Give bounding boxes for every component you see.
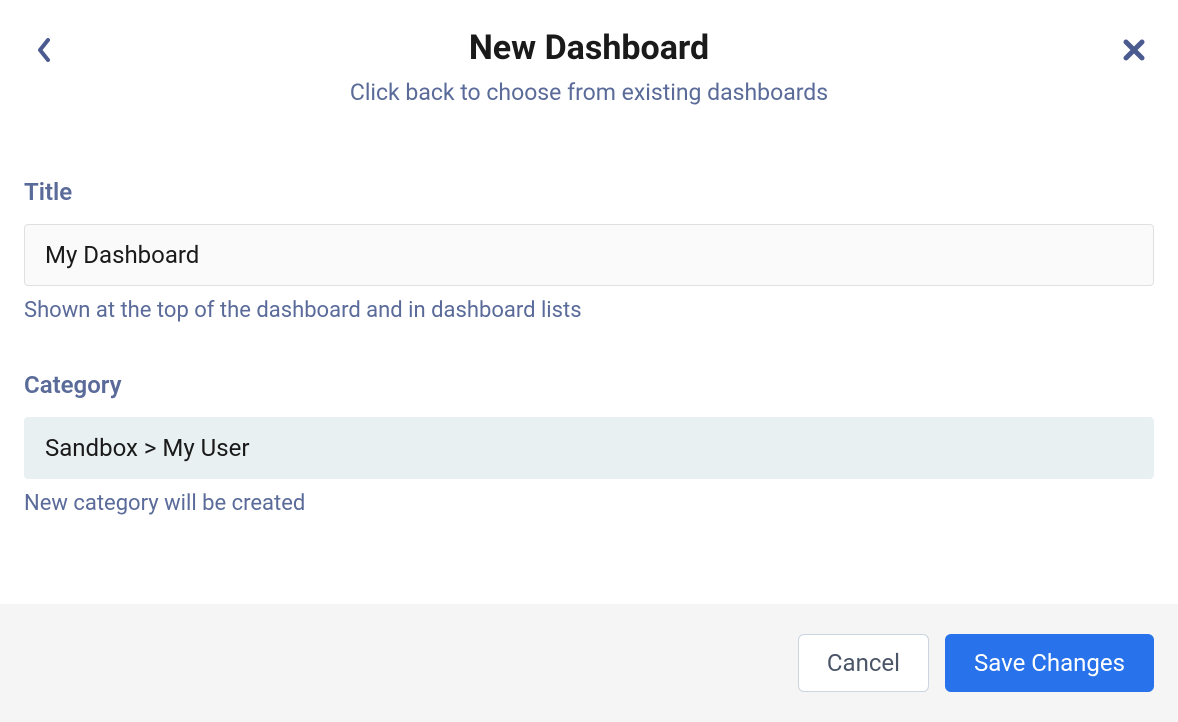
- category-hint: New category will be created: [24, 491, 1154, 516]
- category-select[interactable]: Sandbox > My User: [24, 417, 1154, 479]
- dialog-title: New Dashboard: [24, 28, 1154, 69]
- dialog-footer: Cancel Save Changes: [0, 604, 1178, 722]
- title-label: Title: [24, 178, 1154, 206]
- title-hint: Shown at the top of the dashboard and in…: [24, 298, 1154, 323]
- chevron-left-icon: [36, 36, 52, 68]
- title-field-group: Title Shown at the top of the dashboard …: [24, 178, 1154, 323]
- close-icon: [1123, 39, 1145, 65]
- cancel-button[interactable]: Cancel: [798, 634, 929, 692]
- save-button[interactable]: Save Changes: [945, 634, 1154, 692]
- close-button[interactable]: [1118, 36, 1150, 68]
- title-input[interactable]: [24, 224, 1154, 286]
- back-button[interactable]: [28, 36, 60, 68]
- category-label: Category: [24, 371, 1154, 399]
- dialog-header: New Dashboard Click back to choose from …: [0, 0, 1178, 118]
- category-field-group: Category Sandbox > My User New category …: [24, 371, 1154, 516]
- dialog-subtitle: Click back to choose from existing dashb…: [24, 79, 1154, 106]
- dialog-content: Title Shown at the top of the dashboard …: [0, 118, 1178, 604]
